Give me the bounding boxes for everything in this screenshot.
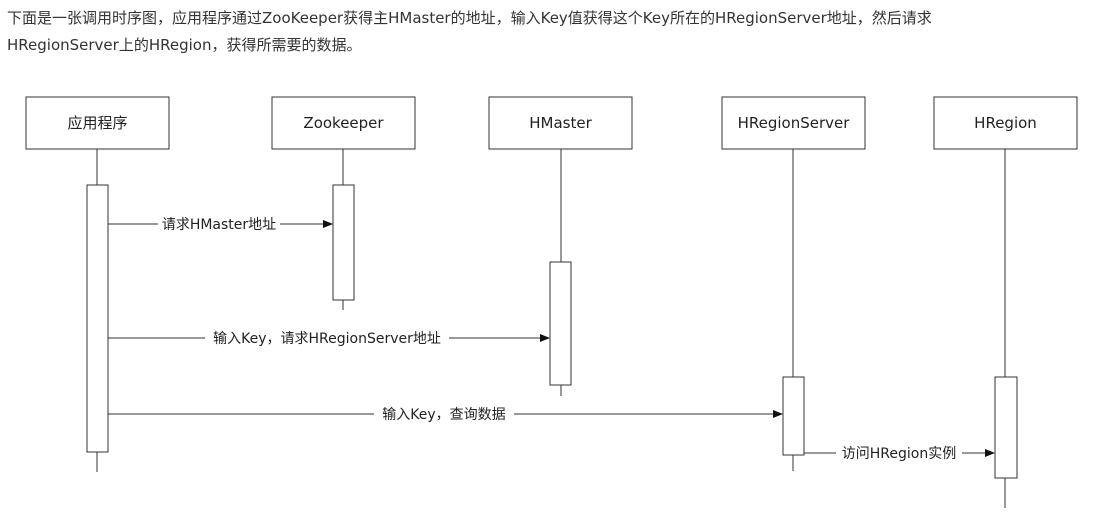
participant-label-hregionserver: HRegionServer xyxy=(738,114,851,132)
participant-label-app: 应用程序 xyxy=(67,114,127,132)
participant-label-hmaster: HMaster xyxy=(529,114,592,132)
message-request-hregionserver-address: 输入Key，请求HRegionServer地址 xyxy=(108,328,550,348)
participant-hregionserver: HRegionServer xyxy=(721,96,866,150)
message-label-4: 访问HRegion实例 xyxy=(842,446,956,462)
participant-label-hregion: HRegion xyxy=(974,114,1037,132)
message-access-hregion: 访问HRegion实例 xyxy=(804,443,995,463)
message-label-3: 输入Key，查询数据 xyxy=(382,407,505,423)
message-label-2: 输入Key，请求HRegionServer地址 xyxy=(213,331,441,347)
activation-hmaster xyxy=(549,261,572,386)
message-label-1: 请求HMaster地址 xyxy=(162,217,276,233)
participant-app: 应用程序 xyxy=(25,96,170,150)
message-query-data: 输入Key，查询数据 xyxy=(108,404,783,424)
activation-hregion xyxy=(994,376,1018,479)
sequence-diagram: 应用程序 Zookeeper HMaster HRegionServer HRe… xyxy=(25,96,1078,508)
activation-app xyxy=(86,184,109,453)
activation-hregionserver xyxy=(782,376,805,456)
message-request-hmaster-address: 请求HMaster地址 xyxy=(108,214,333,234)
participant-hmaster: HMaster xyxy=(488,96,633,150)
participant-label-zookeeper: Zookeeper xyxy=(303,114,384,132)
participant-zookeeper: Zookeeper xyxy=(271,96,416,150)
participant-hregion: HRegion xyxy=(933,96,1078,150)
activation-zookeeper xyxy=(332,184,355,301)
